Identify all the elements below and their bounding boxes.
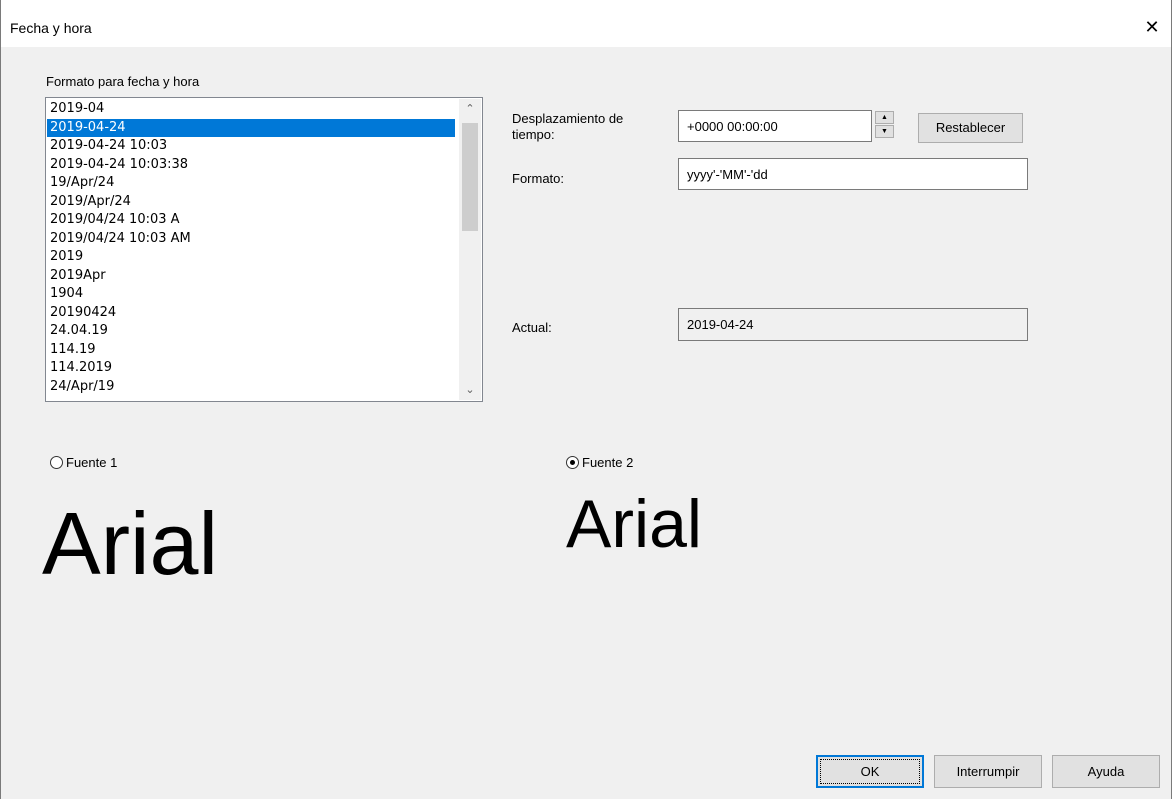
format-list-item[interactable]: 24/Apr/19 [47,378,455,397]
format-list-label: Formato para fecha y hora [46,74,200,89]
spin-up-icon[interactable]: ▲ [875,111,894,124]
font1-radio-circle[interactable] [50,456,63,469]
offset-label-line2: tiempo: [512,127,555,142]
font2-label[interactable]: Fuente 2 [582,455,633,470]
font1-label[interactable]: Fuente 1 [66,455,117,470]
format-list-item[interactable]: 2019-04 [47,100,455,119]
list-scrollbar[interactable]: ⌃ ⌄ [459,99,481,400]
format-list-item[interactable]: 2019/04/24 10:03 AM [47,230,455,249]
scroll-thumb[interactable] [462,123,478,231]
focus-ring [820,759,920,784]
format-list-item[interactable]: 19/Apr/24 [47,174,455,193]
format-list-item[interactable]: 2019-04-24 10:03:38 [47,156,455,175]
format-listbox[interactable]: 2019-04 2019-04-24 2019-04-24 10:03 2019-04… [45,97,483,402]
format-list-item[interactable]: 2019-04-24 [47,118,455,137]
format-list-item[interactable]: 20190424 [47,304,455,323]
time-offset-input[interactable] [678,110,872,142]
offset-label-line1: Desplazamiento de [512,111,624,126]
format-list-items: 2019-04 2019-04-24 2019-04-24 10:03 2019-04… [47,100,455,396]
title-bar: Fecha y hora ✕ [0,0,1172,48]
format-input[interactable] [678,158,1028,190]
scroll-down-icon[interactable]: ⌄ [459,380,481,400]
format-list-item[interactable]: 2019 [47,248,455,267]
reset-button[interactable]: Restablecer [918,113,1023,143]
window-border-left [0,0,1,799]
font1-radio[interactable]: Fuente 1 [50,455,117,470]
ok-button[interactable]: OK [816,755,924,788]
font2-preview: Arial [566,486,703,562]
window-title: Fecha y hora [10,20,92,36]
close-icon[interactable]: ✕ [1132,12,1172,42]
format-label: Formato: [512,171,565,186]
format-list-item[interactable]: 2019-04-24 10:03 [47,137,455,156]
format-list-item[interactable]: 1904 [47,285,455,304]
format-list-item[interactable]: 2019Apr [47,267,455,286]
format-list-item[interactable]: 114.19 [47,341,455,360]
font2-radio[interactable]: Fuente 2 [566,455,633,470]
current-value-field: 2019-04-24 [678,308,1028,341]
time-offset-spinner[interactable]: ▲ ▼ [875,111,895,139]
cancel-button[interactable]: Interrumpir [934,755,1042,788]
format-list-item[interactable]: 2019/04/24 10:03 A [47,211,455,230]
current-label: Actual: [512,320,552,335]
scroll-up-icon[interactable]: ⌃ [459,99,481,119]
font2-radio-circle[interactable] [566,456,579,469]
help-button[interactable]: Ayuda [1052,755,1160,788]
format-list-item[interactable]: 2019/Apr/24 [47,193,455,212]
format-list-item[interactable]: 24.04.19 [47,322,455,341]
font1-preview: Arial [42,494,219,593]
format-list-item[interactable]: 114.2019 [47,359,455,378]
spin-down-icon[interactable]: ▼ [875,125,894,138]
